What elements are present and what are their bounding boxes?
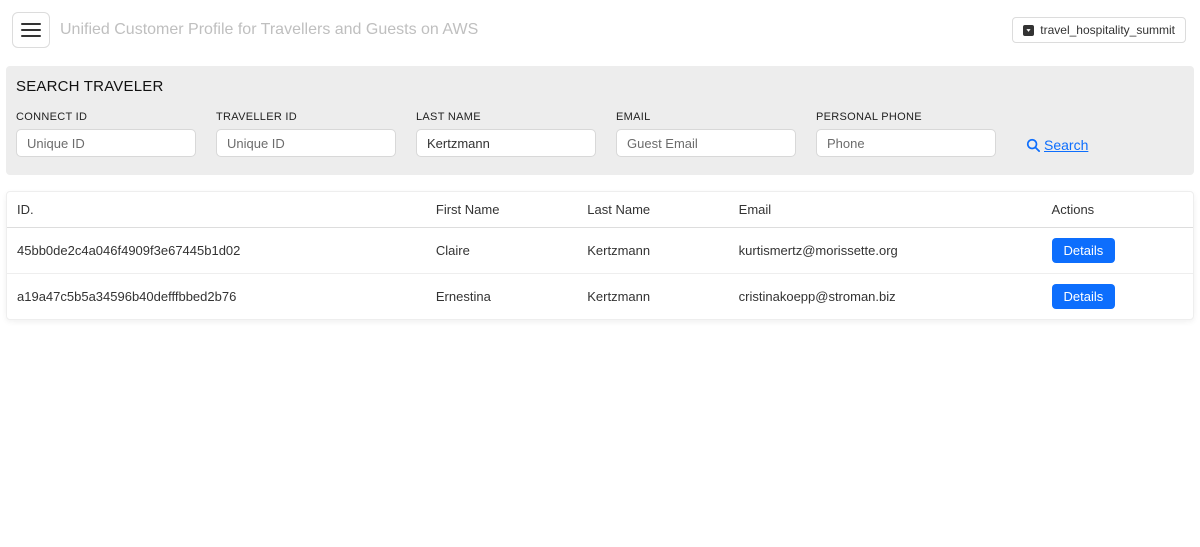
phone-input[interactable] (816, 129, 996, 157)
cell-id: a19a47c5b5a34596b40defffbbed2b76 (7, 274, 426, 320)
details-button[interactable]: Details (1052, 238, 1116, 263)
field-label-connect-id: CONNECT ID (16, 111, 196, 123)
email-input[interactable] (616, 129, 796, 157)
app-title: Unified Customer Profile for Travellers … (60, 21, 478, 39)
last-name-input[interactable] (416, 129, 596, 157)
hamburger-icon (21, 23, 41, 37)
col-header-email: Email (729, 192, 1042, 228)
results-card: ID. First Name Last Name Email Actions 4… (6, 191, 1194, 320)
cell-actions: Details (1042, 228, 1193, 274)
field-label-traveller-id: TRAVELLER ID (216, 111, 396, 123)
field-label-email: EMAIL (616, 111, 796, 123)
connect-id-input[interactable] (16, 129, 196, 157)
search-fields-row: CONNECT ID TRAVELLER ID LAST NAME EMAIL … (16, 111, 1184, 157)
search-panel: SEARCH TRAVELER CONNECT ID TRAVELLER ID … (6, 66, 1194, 175)
table-row: 45bb0de2c4a046f4909f3e67445b1d02ClaireKe… (7, 228, 1193, 274)
search-icon (1026, 138, 1040, 152)
field-label-phone: PERSONAL PHONE (816, 111, 996, 123)
search-panel-title: SEARCH TRAVELER (16, 78, 1184, 95)
traveller-id-input[interactable] (216, 129, 396, 157)
field-phone: PERSONAL PHONE (816, 111, 996, 157)
col-header-first-name: First Name (426, 192, 577, 228)
details-button[interactable]: Details (1052, 284, 1116, 309)
col-header-actions: Actions (1042, 192, 1193, 228)
cell-first-name: Claire (426, 228, 577, 274)
field-connect-id: CONNECT ID (16, 111, 196, 157)
search-link-label: Search (1044, 137, 1088, 153)
cell-email: kurtismertz@morissette.org (729, 228, 1042, 274)
search-link[interactable]: Search (1026, 137, 1088, 153)
col-header-id: ID. (7, 192, 426, 228)
hamburger-button[interactable] (12, 12, 50, 48)
cell-last-name: Kertzmann (577, 274, 728, 320)
cell-actions: Details (1042, 274, 1193, 320)
field-traveller-id: TRAVELLER ID (216, 111, 396, 157)
cell-first-name: Ernestina (426, 274, 577, 320)
cell-id: 45bb0de2c4a046f4909f3e67445b1d02 (7, 228, 426, 274)
cell-email: cristinakoepp@stroman.biz (729, 274, 1042, 320)
table-row: a19a47c5b5a34596b40defffbbed2b76Ernestin… (7, 274, 1193, 320)
cell-last-name: Kertzmann (577, 228, 728, 274)
top-bar-left: Unified Customer Profile for Travellers … (12, 12, 478, 48)
chevron-down-icon (1023, 25, 1034, 36)
domain-label: travel_hospitality_summit (1040, 23, 1175, 37)
top-bar: Unified Customer Profile for Travellers … (0, 0, 1200, 56)
results-table: ID. First Name Last Name Email Actions 4… (7, 192, 1193, 319)
domain-selector[interactable]: travel_hospitality_summit (1012, 17, 1186, 43)
field-last-name: LAST NAME (416, 111, 596, 157)
col-header-last-name: Last Name (577, 192, 728, 228)
field-label-last-name: LAST NAME (416, 111, 596, 123)
field-email: EMAIL (616, 111, 796, 157)
table-header-row: ID. First Name Last Name Email Actions (7, 192, 1193, 228)
